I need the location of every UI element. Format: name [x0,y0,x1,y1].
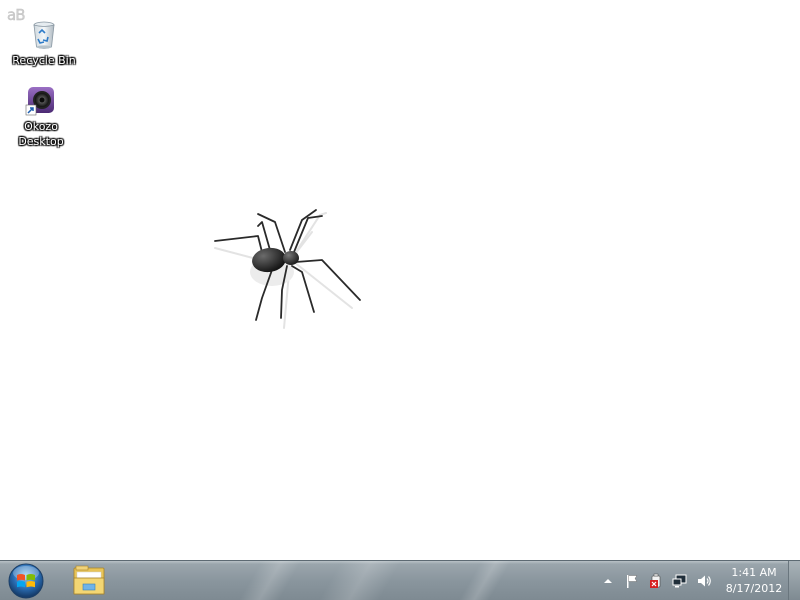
clock-time: 1:41 AM [731,566,777,579]
show-desktop-button[interactable] [788,561,800,600]
taskbar-explorer-button[interactable] [66,562,112,599]
start-button[interactable] [6,562,46,600]
desktop[interactable]: aB Recycle Bin Okozo Desktop [0,0,800,560]
windows-logo-icon [8,563,44,599]
taskbar: 1:41 AM 8/17/2012 [0,560,800,600]
folder-icon [73,565,105,595]
power-icon [650,573,661,588]
recycle-bin-icon [28,19,60,51]
volume-icon [698,575,711,587]
spider-desktop-pet[interactable] [205,200,375,339]
recycle-bin-label: Recycle Bin [12,54,76,67]
show-hidden-icons-button[interactable] [600,573,616,589]
network-icon [672,574,687,588]
taskbar-glass-streak [318,561,402,600]
taskbar-glass-streak [238,561,302,600]
power-button[interactable] [648,573,664,589]
clock[interactable]: 1:41 AM 8/17/2012 [724,565,784,597]
desktop-icon-okozo-desktop[interactable]: Okozo Desktop [5,85,77,149]
taskbar-glass-streak [458,561,512,600]
clock-date: 8/17/2012 [725,582,783,595]
system-tray: 1:41 AM 8/17/2012 [592,561,784,600]
okozo-icon [25,85,57,117]
action-center-button[interactable] [624,573,640,589]
chevron-up-icon [604,579,612,583]
action-center-flag-icon [627,575,638,588]
okozo-desktop-label: Okozo Desktop [18,120,64,148]
network-button[interactable] [672,573,688,589]
desktop-icon-recycle-bin[interactable]: Recycle Bin [8,19,80,68]
volume-button[interactable] [696,573,712,589]
